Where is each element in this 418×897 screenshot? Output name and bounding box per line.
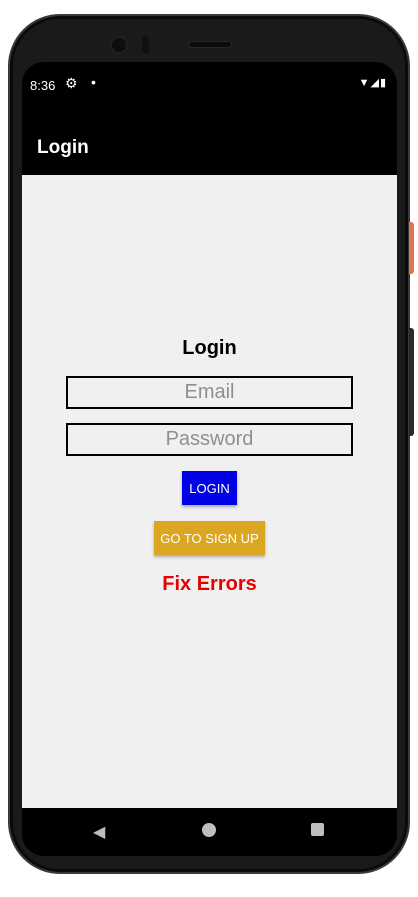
login-heading: Login bbox=[182, 337, 237, 359]
go-to-signup-button[interactable]: GO TO SIGN UP bbox=[154, 521, 265, 555]
power-button bbox=[409, 222, 414, 274]
status-bar: 8:36 ⚙ • ▼◢▮ bbox=[22, 62, 397, 112]
device-screen: 8:36 ⚙ • ▼◢▮ Login Login LOGIN GO TO SIG… bbox=[22, 62, 397, 856]
password-input[interactable] bbox=[66, 423, 353, 456]
login-button[interactable]: LOGIN bbox=[182, 471, 237, 505]
sensor bbox=[142, 36, 149, 54]
volume-button bbox=[409, 328, 414, 436]
home-icon[interactable] bbox=[202, 823, 216, 837]
app-bar-title: Login bbox=[37, 137, 89, 158]
login-content: Login LOGIN GO TO SIGN UP Fix Errors bbox=[22, 175, 397, 808]
back-icon[interactable]: ◀ bbox=[93, 822, 105, 842]
gear-icon: ⚙ bbox=[65, 75, 78, 91]
notification-dot-icon: • bbox=[91, 74, 96, 90]
app-bar: Login bbox=[22, 112, 397, 175]
navigation-bar: ◀ bbox=[22, 808, 397, 856]
front-camera bbox=[110, 36, 128, 54]
earpiece-speaker bbox=[188, 41, 232, 48]
signal-battery-icon: ▼◢▮ bbox=[358, 77, 387, 89]
email-input[interactable] bbox=[66, 376, 353, 409]
status-time: 8:36 bbox=[30, 78, 56, 93]
error-message: Fix Errors bbox=[162, 573, 257, 595]
recent-apps-icon[interactable] bbox=[311, 823, 324, 836]
